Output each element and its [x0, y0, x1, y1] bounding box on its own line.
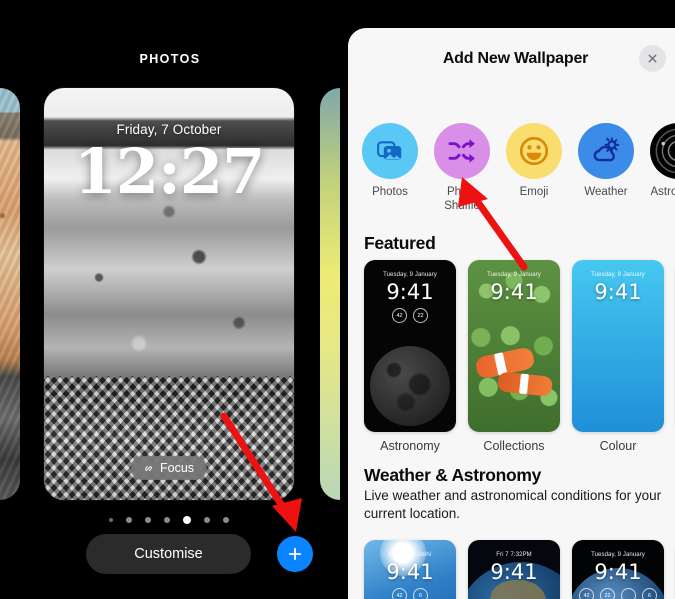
- wallpaper-caption: Collections: [483, 439, 545, 453]
- thumb-widgets: 42 22 6: [572, 588, 664, 599]
- smiley-icon: [506, 123, 562, 179]
- section-heading-weather-astronomy: Weather & Astronomy: [364, 465, 542, 485]
- wallpaper-thumbnail[interactable]: Fri 7 New Delhi 9:41 42 6: [364, 540, 456, 599]
- widget-circle: [621, 588, 636, 599]
- widget-circle: 22: [600, 588, 615, 599]
- section-heading-featured: Featured: [364, 233, 436, 253]
- thumb-date: Tuesday, 9 January: [487, 272, 541, 278]
- sheet-title: Add New Wallpaper: [442, 50, 589, 67]
- wallpaper-caption: Astronomy: [380, 439, 440, 453]
- wallpaper-type-row: Photos Photo Shuffle Emoji Weather Astro: [362, 123, 675, 214]
- wallpaper-type-label: Photos: [372, 186, 408, 198]
- widget-circle: 6: [642, 588, 657, 599]
- wallpaper-type-label: Emoji: [519, 186, 549, 198]
- wallpaper-card-earth-day[interactable]: Fri 7 7:32PM 9:41: [468, 540, 560, 599]
- thumb-time: 9:41: [490, 560, 538, 584]
- widget-circle: 6: [413, 588, 428, 599]
- thumb-time: 9:41: [594, 560, 642, 584]
- lock-screen-switcher-panel: PHOTOS Friday, 7 October 12:27 Focus Cus…: [0, 0, 340, 599]
- lock-screen-time: 12:27: [73, 135, 265, 208]
- add-wallpaper-panel: Add New Wallpaper Photos Photo Shuffle E…: [340, 0, 675, 599]
- wallpaper-thumbnail[interactable]: Tuesday, 9 January 9:41 42 22 6: [572, 540, 664, 599]
- photos-icon: [362, 123, 418, 179]
- page-dot[interactable]: [223, 517, 229, 523]
- weather-astronomy-row: Fri 7 New Delhi 9:41 42 6 Fri 7 7:32PM 9…: [364, 540, 675, 599]
- wallpaper-card-earth-night[interactable]: Tuesday, 9 January 9:41 42 22 6: [572, 540, 664, 599]
- wallpaper-type-astronomy[interactable]: Astronomy: [650, 123, 675, 214]
- customise-button[interactable]: Customise: [86, 534, 251, 574]
- wallpaper-card-colour[interactable]: Tuesday, 9 January 9:41 Colour: [572, 260, 664, 453]
- thumb-date: Tuesday, 9 January: [591, 552, 645, 558]
- wallpaper-thumbnail[interactable]: Tuesday, 9 January 9:41: [572, 260, 664, 432]
- wallpaper-type-photo-shuffle[interactable]: Photo Shuffle: [434, 123, 490, 214]
- wallpaper-card-weather-sunny[interactable]: Fri 7 New Delhi 9:41 42 6: [364, 540, 456, 599]
- close-button[interactable]: [639, 45, 666, 72]
- wallpaper-thumbnail[interactable]: Tuesday, 9 January 9:41 42 22: [364, 260, 456, 432]
- page-dot-active[interactable]: [183, 516, 191, 524]
- widget-circle: 42: [579, 588, 594, 599]
- wallpaper-caption: Colour: [599, 439, 637, 453]
- page-dot[interactable]: [164, 517, 170, 523]
- page-title: PHOTOS: [139, 52, 201, 66]
- page-dot[interactable]: [109, 518, 113, 522]
- thumb-date: Fri 7 7:32PM: [496, 552, 532, 558]
- thumb-date: Tuesday, 9 January: [383, 272, 437, 278]
- lock-screen-card-current[interactable]: Friday, 7 October 12:27 Focus: [44, 88, 294, 500]
- wallpaper-type-label: Photo Shuffle: [444, 186, 480, 213]
- wallpaper-type-photos[interactable]: Photos: [362, 123, 418, 214]
- thumb-time: 9:41: [594, 280, 642, 304]
- link-icon: [145, 465, 152, 471]
- section-subtitle: Live weather and astronomical conditions…: [364, 488, 662, 522]
- focus-label: Focus: [159, 461, 195, 475]
- thumb-widgets: 42 6: [364, 588, 456, 599]
- thumb-time: 9:41: [386, 280, 434, 304]
- wallpaper-card-astronomy[interactable]: Tuesday, 9 January 9:41 42 22 Astronomy: [364, 260, 456, 453]
- page-dot[interactable]: [145, 517, 151, 523]
- wallpaper-preview-gradient: [320, 88, 340, 500]
- wallpaper-type-emoji[interactable]: Emoji: [506, 123, 562, 214]
- lock-screen-card-next[interactable]: [320, 88, 340, 500]
- add-new-wallpaper-sheet: Add New Wallpaper Photos Photo Shuffle E…: [348, 28, 675, 599]
- wallpaper-thumbnail[interactable]: Fri 7 7:32PM 9:41: [468, 540, 560, 599]
- lock-screen-card-previous[interactable]: [0, 88, 20, 500]
- screenshot-root: PHOTOS Friday, 7 October 12:27 Focus Cus…: [0, 0, 675, 599]
- page-dots[interactable]: [44, 516, 294, 524]
- widget-circle: 22: [413, 308, 428, 323]
- add-wallpaper-button[interactable]: [277, 536, 313, 572]
- thumb-time: 9:41: [490, 280, 538, 304]
- close-icon: [648, 54, 657, 63]
- thumb-time: 9:41: [386, 560, 434, 584]
- wallpaper-card-collections[interactable]: Tuesday, 9 January 9:41 Collections: [468, 260, 560, 453]
- thumb-date: Tuesday, 9 January: [591, 272, 645, 278]
- wallpaper-type-label: Astronomy: [650, 186, 675, 198]
- shuffle-icon: [434, 123, 490, 179]
- widget-circle: 42: [392, 308, 407, 323]
- thumb-date: Fri 7 New Delhi: [388, 552, 432, 558]
- wallpaper-type-label: Weather: [584, 186, 628, 198]
- weather-icon: [578, 123, 634, 179]
- featured-wallpaper-row: Tuesday, 9 January 9:41 42 22 Astronomy: [364, 260, 675, 453]
- wallpaper-type-weather[interactable]: Weather: [578, 123, 634, 214]
- plus-icon: [288, 547, 302, 561]
- astronomy-icon: [650, 123, 675, 179]
- wallpaper-thumbnail[interactable]: Tuesday, 9 January 9:41: [468, 260, 560, 432]
- wallpaper-preview-colour-bread: [0, 88, 20, 500]
- sheet-header: Add New Wallpaper: [348, 28, 675, 72]
- page-dot[interactable]: [204, 517, 210, 523]
- thumb-widgets: 42 22: [364, 308, 456, 323]
- widget-circle: 42: [392, 588, 407, 599]
- focus-button[interactable]: Focus: [130, 456, 208, 480]
- page-dot[interactable]: [126, 517, 132, 523]
